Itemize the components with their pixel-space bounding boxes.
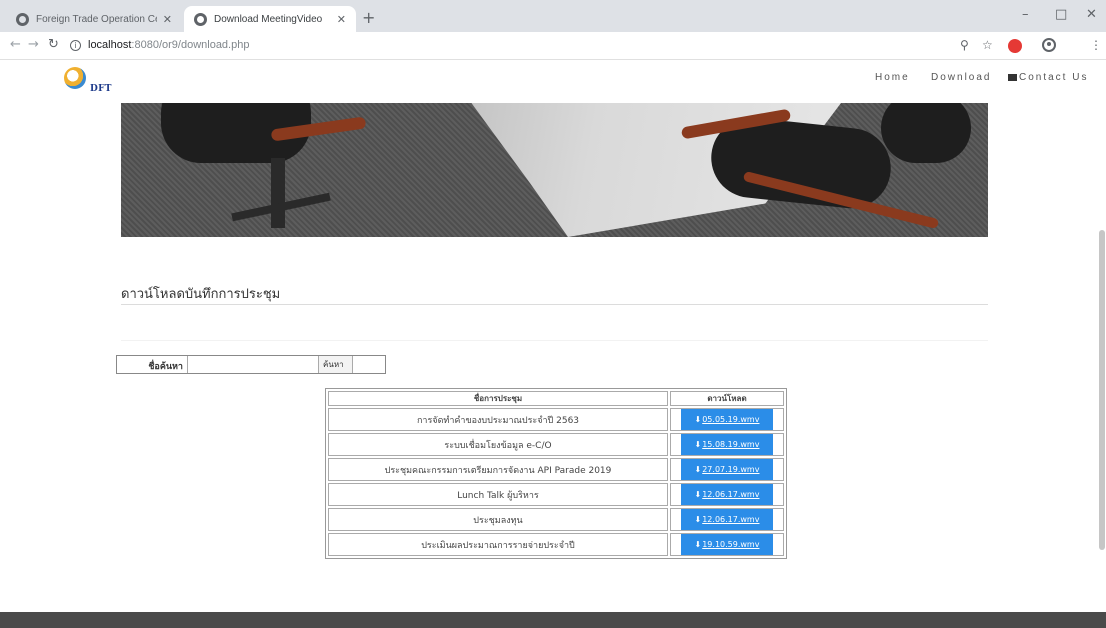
title-divider [121,304,988,305]
globe-icon [16,12,29,26]
search-form-spacer [353,356,385,373]
nav-home[interactable]: Home [875,72,910,83]
nav-contact-label: Contact Us [1019,72,1089,83]
tab-title: Foreign Trade Operation Center [36,13,157,25]
download-icon: ⬇ [694,515,702,524]
table-row: ระบบเชื่อมโยงข้อมูล e-C/O ⬇15.08.19.wmv [328,433,784,456]
hero-banner [121,103,988,237]
browser-tab-download[interactable]: Download MeetingVideo ✕ [184,6,356,32]
meeting-name: ระบบเชื่อมโยงข้อมูล e-C/O [328,433,668,456]
table-row: Lunch Talk ผู้บริหาร ⬇12.06.17.wmv [328,483,784,506]
tab-title: Download MeetingVideo [214,13,323,25]
download-link[interactable]: ⬇19.10.59.wmv [681,534,773,555]
site-logo[interactable]: DFT [64,67,114,101]
download-cell: ⬇12.06.17.wmv [670,508,784,531]
meeting-name: ประชุมลงทุน [328,508,668,531]
star-icon[interactable]: ☆ [982,38,993,52]
download-file-name: 12.06.17.wmv [702,490,760,499]
page-title: ดาวน์โหลดบันทึกการประชุม [121,287,281,302]
download-link[interactable]: ⬇12.06.17.wmv [681,484,773,505]
table-row: การจัดทำคำของบประมาณประจำปี 2563 ⬇05.05.… [328,408,784,431]
search-form: ชื่อค้นหา ค้นหา [116,355,386,374]
header-download: ดาวน์โหลด [670,391,784,406]
url-host: localhost [88,39,132,51]
close-window-button[interactable]: ✕ [1086,7,1097,22]
download-cell: ⬇27.07.19.wmv [670,458,784,481]
menu-icon[interactable]: ⋮ [1090,38,1102,52]
logo-emblem-icon [64,67,86,89]
logo-text: DFT [90,84,112,94]
download-icon: ⬇ [694,415,702,424]
url-path: :8080/or9/download.php [131,39,250,51]
download-cell: ⬇19.10.59.wmv [670,533,784,556]
download-link[interactable]: ⬇12.06.17.wmv [681,509,773,530]
download-cell: ⬇12.06.17.wmv [670,483,784,506]
download-file-name: 19.10.59.wmv [702,540,760,549]
close-icon[interactable]: ✕ [163,13,172,26]
browser-tab-foreign-trade[interactable]: Foreign Trade Operation Center ✕ [6,6,182,32]
table-header-row: ชื่อการประชุม ดาวน์โหลด [328,391,784,406]
zoom-icon[interactable]: ⚲ [960,38,969,52]
download-file-name: 05.05.19.wmv [702,415,760,424]
hero-chair-leg [271,158,285,228]
browser-tab-bar: Foreign Trade Operation Center ✕ Downloa… [0,0,1106,32]
nav-contact[interactable]: Contact Us [1008,72,1088,83]
search-label: ชื่อค้นหา [148,362,183,372]
download-cell: ⬇15.08.19.wmv [670,433,784,456]
site-footer [0,612,1106,628]
download-icon: ⬇ [694,440,702,449]
meeting-name: ประเมินผลประมาณการรายจ่ายประจำปี [328,533,668,556]
table-row: ประเมินผลประมาณการรายจ่ายประจำปี ⬇19.10.… [328,533,784,556]
maximize-button[interactable]: □ [1055,7,1067,22]
adblock-icon[interactable] [1008,39,1022,53]
meeting-name: การจัดทำคำของบประมาณประจำปี 2563 [328,408,668,431]
meeting-name: Lunch Talk ผู้บริหาร [328,483,668,506]
download-file-name: 15.08.19.wmv [702,440,760,449]
download-icon: ⬇ [694,540,702,549]
address-bar[interactable]: localhost:8080/or9/download.php [88,39,249,51]
download-link[interactable]: ⬇27.07.19.wmv [681,459,773,480]
info-icon[interactable]: i [70,40,81,51]
close-icon[interactable]: ✕ [337,13,346,26]
globe-icon [194,12,207,26]
section-divider [121,340,988,341]
download-file-name: 12.06.17.wmv [702,515,760,524]
new-tab-button[interactable]: + [362,8,375,27]
table-row: ประชุมคณะกรรมการเตรียมการจัดงาน API Para… [328,458,784,481]
download-link[interactable]: ⬇05.05.19.wmv [681,409,773,430]
download-link[interactable]: ⬇15.08.19.wmv [681,434,773,455]
page-scrollbar[interactable] [1099,230,1105,550]
meeting-name: ประชุมคณะกรรมการเตรียมการจัดงาน API Para… [328,458,668,481]
browser-toolbar: ← → ↻ i localhost:8080/or9/download.php … [0,32,1106,60]
forward-arrow-icon[interactable]: → [28,37,39,52]
header-meeting-name: ชื่อการประชุม [328,391,668,406]
back-arrow-icon[interactable]: ← [10,37,21,52]
reload-icon[interactable]: ↻ [48,37,59,52]
search-button[interactable]: ค้นหา [319,356,353,373]
download-icon: ⬇ [694,465,702,474]
nav-download[interactable]: Download [931,72,991,83]
download-file-name: 27.07.19.wmv [702,465,760,474]
hero-chair-back [881,103,971,163]
table-row: ประชุมลงทุน ⬇12.06.17.wmv [328,508,784,531]
envelope-icon [1008,74,1017,81]
download-cell: ⬇05.05.19.wmv [670,408,784,431]
search-input[interactable] [187,356,319,373]
profile-icon[interactable] [1042,38,1056,52]
minimize-button[interactable]: – [1022,7,1029,22]
download-table: ชื่อการประชุม ดาวน์โหลด การจัดทำคำของบปร… [325,388,787,559]
download-icon: ⬇ [694,490,702,499]
